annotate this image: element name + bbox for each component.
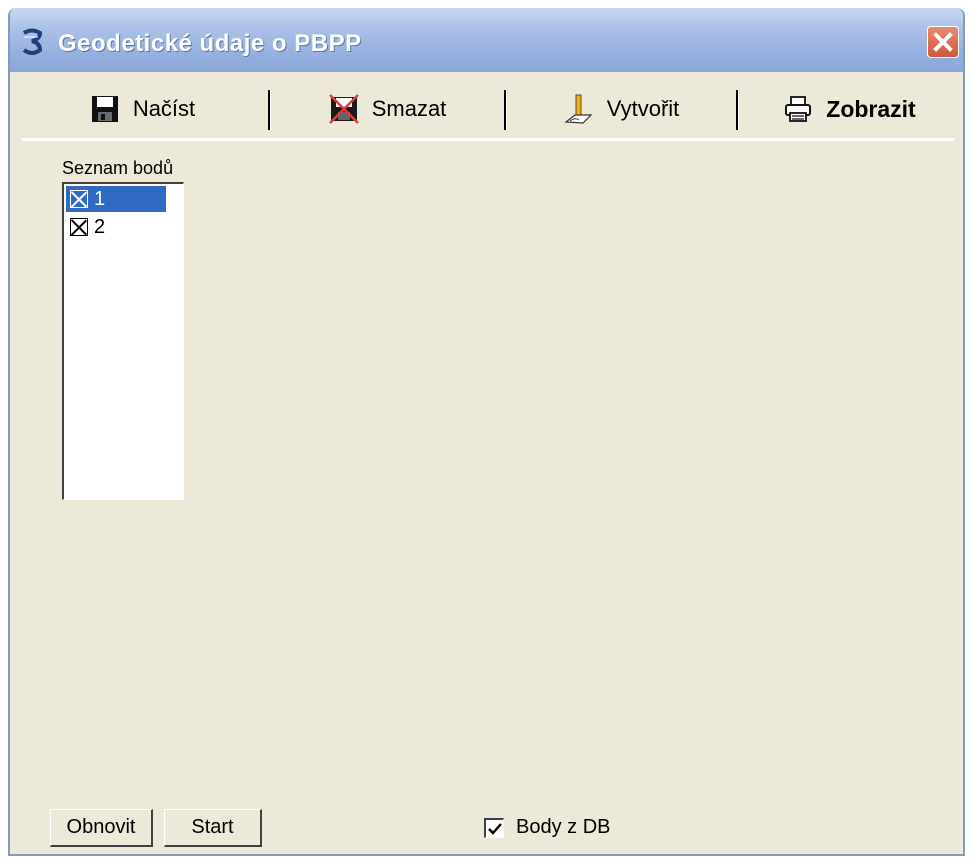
db-checkbox[interactable] (484, 817, 504, 838)
db-checkbox-control[interactable]: Body z DB (484, 816, 610, 839)
points-list-label: Seznam bodů (62, 158, 174, 178)
close-icon (933, 32, 953, 52)
app-logo-icon (22, 28, 43, 55)
list-item-label: 2 (94, 215, 106, 238)
window-title: Geodetické údaje o PBPP (58, 30, 362, 57)
checked-box-icon[interactable] (70, 218, 88, 236)
list-item-label: 1 (94, 187, 106, 210)
tab-divider (22, 138, 954, 141)
tab-nacist-label: Načíst (132, 96, 196, 121)
tab-smazat[interactable]: Smazat (276, 80, 498, 138)
dialog-window: Geodetické údaje o PBPP Načíst Smazat Vy… (8, 8, 965, 856)
pen-pencil-icon (564, 94, 593, 124)
tab-bar: Načíst Smazat Vytvořit Zobrazit (22, 80, 954, 138)
start-button[interactable]: Start (164, 809, 262, 847)
points-listbox[interactable]: 1 2 (62, 182, 184, 500)
checkmark-icon (488, 822, 502, 835)
tab-nacist[interactable]: Načíst (22, 80, 262, 138)
title-bar[interactable]: Geodetické údaje o PBPP (10, 8, 963, 72)
delete-floppy-icon (328, 94, 359, 124)
printer-icon (785, 96, 812, 122)
tab-zobrazit[interactable]: Zobrazit (744, 80, 954, 138)
refresh-button[interactable]: Obnovit (50, 809, 153, 847)
tab-smazat-label: Smazat (371, 96, 447, 121)
checked-box-icon[interactable] (70, 190, 88, 208)
db-checkbox-label: Body z DB (516, 816, 611, 838)
floppy-disk-icon (91, 96, 118, 122)
tab-zobrazit-label: Zobrazit (826, 95, 916, 122)
list-item[interactable]: 2 (66, 214, 166, 240)
tab-separator (268, 90, 270, 130)
tab-separator (504, 90, 506, 130)
tab-vytvorit-label: Vytvořit (606, 96, 680, 121)
list-item[interactable]: 1 (66, 186, 166, 212)
tab-vytvorit[interactable]: Vytvořit (512, 80, 730, 138)
tab-separator (736, 90, 738, 130)
close-button[interactable] (927, 26, 959, 58)
